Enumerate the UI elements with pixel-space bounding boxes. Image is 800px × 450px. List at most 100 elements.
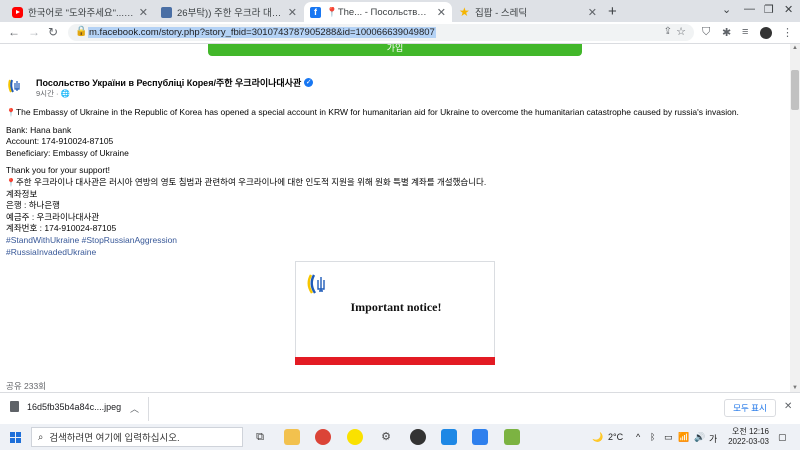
weather-icon[interactable]: 🌙 bbox=[592, 432, 603, 443]
url-text[interactable]: m.facebook.com/story.php?story_fbid=3010… bbox=[88, 27, 436, 38]
post-author[interactable]: Посольство України в Республіці Корея/주한… bbox=[36, 76, 314, 89]
lock-icon[interactable]: 🔒 bbox=[75, 26, 87, 37]
forward-icon[interactable]: → bbox=[28, 25, 40, 39]
close-icon[interactable]: ✕ bbox=[588, 6, 597, 19]
settings-gear-icon[interactable]: ⚙ bbox=[378, 429, 394, 445]
tab-facebook[interactable]: f 📍The... - Посольство Украіни в ✕ bbox=[304, 2, 452, 22]
reload-icon[interactable]: ↻ bbox=[48, 25, 58, 39]
close-icon[interactable]: ✕ bbox=[288, 6, 297, 19]
post-image[interactable]: Important notice! bbox=[295, 261, 495, 365]
kr-holder-line: 예금주 : 우크라이나대사관 bbox=[6, 211, 100, 222]
page-scrollbar[interactable]: ▲ ▼ bbox=[790, 44, 800, 392]
volume-icon[interactable]: 🔊 bbox=[694, 432, 705, 443]
shield-icon[interactable]: ⛉ bbox=[702, 26, 710, 39]
show-all-button[interactable]: 모두 표시 bbox=[724, 399, 776, 417]
browser-toolbar: ← → ↻ 🔒 m.facebook.com/story.php?story_f… bbox=[0, 22, 800, 44]
taskbar-search-placeholder[interactable]: 검색하려면 여기에 입력하십시오. bbox=[49, 430, 179, 444]
clock-time: 오전 12:16 bbox=[732, 427, 769, 436]
app-icon[interactable] bbox=[441, 429, 457, 445]
battery-icon[interactable]: ▭ bbox=[664, 432, 673, 443]
kr-account-number-line: 계좌번호 : 174-910024-87105 bbox=[6, 223, 117, 234]
close-icon[interactable]: ✕ bbox=[139, 6, 148, 19]
tab-title: 📍The... - Посольство Украіни в bbox=[326, 6, 432, 18]
file-icon bbox=[10, 401, 19, 412]
notification-icon[interactable]: ▢ bbox=[778, 432, 787, 443]
profile-avatar[interactable] bbox=[760, 27, 772, 39]
download-bar: 16d5fb35b4a84c....jpeg ︿ 모두 표시 ✕ bbox=[0, 392, 800, 424]
tab-youtube[interactable]: 한국어로 "도와주세요"...우크라이 ✕ bbox=[6, 2, 154, 22]
tab-embassy-thread[interactable]: 26부탁)) 주한 우크라 대사관 모 ✕ bbox=[155, 2, 303, 22]
embassy-avatar[interactable] bbox=[7, 76, 27, 96]
chrome-icon[interactable] bbox=[315, 429, 331, 445]
address-bar[interactable]: 🔒 m.facebook.com/story.php?story_fbid=30… bbox=[68, 24, 694, 41]
verified-badge-icon: ✓ bbox=[304, 78, 314, 87]
download-item[interactable]: 16d5fb35b4a84c....jpeg bbox=[10, 401, 121, 412]
hashtag-link[interactable]: #RussiaInvadedUkraine bbox=[6, 247, 781, 259]
account-line: Account: 174-910024-87105 bbox=[6, 136, 114, 147]
weather-temperature[interactable]: 2°C bbox=[608, 432, 623, 442]
facebook-icon: f bbox=[310, 6, 321, 18]
taskbar-clock[interactable]: 오전 12:16 2022-03-03 bbox=[721, 427, 769, 447]
scroll-thumb[interactable] bbox=[791, 70, 799, 110]
beneficiary-line: Beneficiary: Embassy of Ukraine bbox=[6, 147, 129, 158]
notice-title: Important notice! bbox=[350, 300, 442, 314]
bluestacks-icon[interactable] bbox=[504, 429, 520, 445]
bank-line: Bank: Hana bank bbox=[6, 124, 72, 135]
network-icon[interactable]: 📶 bbox=[678, 432, 689, 443]
maximize-button[interactable]: ❐ bbox=[764, 3, 774, 16]
scroll-up-arrow-icon[interactable]: ▲ bbox=[792, 45, 798, 51]
notice-red-bar bbox=[295, 357, 495, 365]
tab-strip: 한국어로 "도와주세요"...우크라이 ✕ 26부탁)) 주한 우크라 대사관 … bbox=[0, 0, 800, 22]
post-body: 📍The Embassy of Ukraine in the Republic … bbox=[6, 107, 781, 258]
youtube-icon bbox=[12, 6, 23, 18]
media-app-icon[interactable] bbox=[410, 429, 426, 445]
search-icon: ⌕ bbox=[38, 431, 44, 443]
english-announcement: The Embassy of Ukraine in the Republic o… bbox=[15, 107, 739, 117]
video-player-icon[interactable] bbox=[472, 429, 488, 445]
close-icon[interactable]: ✕ bbox=[784, 401, 792, 412]
pin-icon: 📍 bbox=[6, 108, 16, 117]
share-icon[interactable]: ⇪ bbox=[664, 26, 672, 37]
taskbar-search-box[interactable]: ⌕ 검색하려면 여기에 입력하십시오. bbox=[31, 427, 243, 447]
extensions-icon[interactable]: ✱ bbox=[722, 26, 731, 39]
share-count[interactable]: 공유 233회 bbox=[6, 380, 46, 392]
post-line: 📍주한 우크라이나 대사관은 러시아 연방의 영토 침범과 관련하여 우크라이나… bbox=[6, 177, 781, 189]
ukraine-embassy-logo-icon bbox=[307, 274, 325, 294]
windows-taskbar: ⌕ 검색하려면 여기에 입력하십시오. ⧉ ⚙ 🌙 2°C ^ ᛒ ▭ 📶 🔊 … bbox=[0, 424, 800, 450]
reading-list-icon[interactable]: ≡ bbox=[742, 26, 748, 38]
file-explorer-icon[interactable] bbox=[284, 429, 300, 445]
scroll-down-arrow-icon[interactable]: ▼ bbox=[792, 385, 798, 391]
facebook-page: 가입 Посольство України в Республіці Корея… bbox=[0, 44, 790, 392]
tray-chevron-icon[interactable]: ^ bbox=[636, 432, 640, 442]
kr-account-info: 계좌정보 bbox=[6, 188, 38, 199]
back-icon[interactable]: ← bbox=[8, 25, 20, 39]
tab-jippap[interactable]: ★ 집팝 - 스레딕 ✕ bbox=[453, 2, 603, 22]
bluetooth-icon[interactable]: ᛒ bbox=[650, 432, 655, 442]
hashtag-link[interactable]: #StandWithUkraine #StopRussianAggression bbox=[6, 235, 781, 247]
korean-announcement: 주한 우크라이나 대사관은 러시아 연방의 영토 침범과 관련하여 우크라이나에… bbox=[15, 176, 487, 187]
post-timestamp[interactable]: 9시간 · 🌐 bbox=[36, 88, 70, 99]
menu-icon[interactable]: ⋮ bbox=[782, 26, 793, 39]
tab-title: 26부탁)) 주한 우크라 대사관 모 bbox=[177, 8, 283, 19]
task-view-icon[interactable]: ⧉ bbox=[252, 429, 268, 445]
new-tab-button[interactable]: + bbox=[608, 3, 617, 20]
chevron-up-icon[interactable]: ︿ bbox=[130, 402, 139, 415]
post-line: 📍The Embassy of Ukraine in the Republic … bbox=[6, 107, 781, 119]
download-file-name[interactable]: 16d5fb35b4a84c....jpeg bbox=[27, 402, 121, 412]
kr-bank-line: 은행 : 하나은행 bbox=[6, 200, 61, 211]
windows-start-icon[interactable] bbox=[10, 432, 21, 443]
minimize-button[interactable]: — bbox=[744, 3, 755, 15]
close-window-button[interactable]: ✕ bbox=[784, 3, 793, 16]
bookmark-star-icon[interactable]: ☆ bbox=[676, 25, 686, 38]
clock-date: 2022-03-03 bbox=[728, 437, 769, 446]
divider bbox=[148, 397, 149, 421]
close-icon[interactable]: ✕ bbox=[437, 6, 446, 19]
kakaotalk-icon[interactable] bbox=[347, 429, 363, 445]
tab-search-icon[interactable]: ⌄ bbox=[722, 3, 731, 16]
signup-button[interactable]: 가입 bbox=[208, 44, 582, 56]
pin-icon: 📍 bbox=[6, 177, 16, 187]
ime-indicator[interactable]: 가 bbox=[709, 432, 717, 445]
post-author-name[interactable]: Посольство України в Республіці Корея/주한… bbox=[36, 76, 301, 89]
thanks-line: Thank you for your support! bbox=[6, 165, 110, 176]
tab-title: 한국어로 "도와주세요"...우크라이 bbox=[28, 8, 134, 19]
